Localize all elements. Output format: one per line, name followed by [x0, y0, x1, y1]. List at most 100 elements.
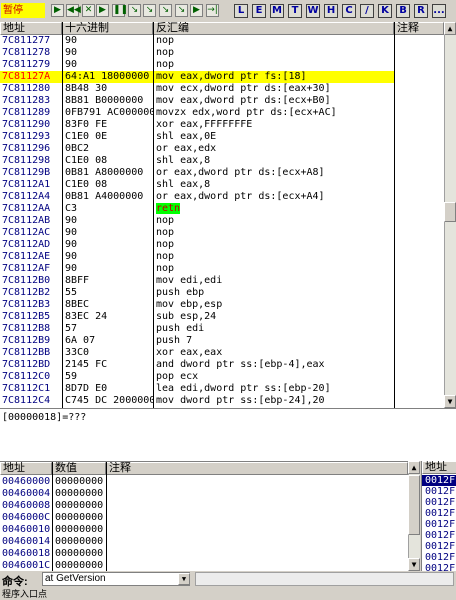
- step-over-button[interactable]: ↘: [143, 4, 156, 17]
- dump-row[interactable]: 00460000 00000000: [0, 476, 408, 488]
- dump-header-address[interactable]: 地址: [0, 462, 52, 475]
- trace-over-button[interactable]: ↘: [175, 4, 188, 17]
- disasm-row[interactable]: 7C811277 90 nop: [0, 35, 394, 47]
- disasm-row[interactable]: 7C811279 90 nop: [0, 59, 394, 71]
- stack-row[interactable]: 0012F: [422, 530, 456, 541]
- disassembly-scrollbar[interactable]: ▲ ▼: [444, 22, 456, 408]
- window-button-8[interactable]: K: [378, 4, 392, 18]
- dump-scroll-up-button[interactable]: ▲: [408, 461, 420, 474]
- window-button-11[interactable]: ...: [432, 4, 446, 18]
- column-header-comment[interactable]: 注释: [394, 22, 444, 35]
- trace-into-button[interactable]: ↘: [159, 4, 172, 17]
- dump-header-value[interactable]: 数值: [52, 462, 106, 475]
- stack-row[interactable]: 0012F: [422, 563, 456, 571]
- run-button[interactable]: ▶: [51, 4, 64, 17]
- disasm-cell: and dword ptr ss:[ebp-4],eax: [156, 359, 394, 371]
- info-text: [00000018]=???: [2, 412, 87, 423]
- disasm-row[interactable]: 7C811278 90 nop: [0, 47, 394, 59]
- instruction-text: push edi: [156, 323, 205, 334]
- disasm-row[interactable]: 7C81127A 64:A1 18000000 mov eax,dword ptr …: [0, 71, 394, 83]
- stack-header-address[interactable]: 地址: [422, 461, 456, 474]
- dump-row[interactable]: 00460008 00000000: [0, 500, 408, 512]
- scroll-thumb[interactable]: [444, 202, 456, 222]
- stack-row[interactable]: 0012F: [422, 519, 456, 530]
- column-header-address[interactable]: 地址: [0, 22, 62, 35]
- disasm-row[interactable]: 7C8112C0 59 pop ecx: [0, 371, 394, 383]
- command-extra-field[interactable]: [195, 572, 454, 586]
- dump-scroll-down-button[interactable]: ▼: [408, 558, 420, 571]
- window-button-10[interactable]: R: [414, 4, 428, 18]
- disasm-row[interactable]: 7C8112C4 C745 DC 2000000 mov dword ptr ss:…: [0, 395, 394, 407]
- dump-row[interactable]: 00460004 00000000: [0, 488, 408, 500]
- command-input[interactable]: at GetVersion: [42, 572, 190, 586]
- disassembly-pane[interactable]: 地址 十六进制 反汇编 注释 7C811277 90 nop 7C811278 90 no…: [0, 22, 444, 408]
- disasm-row[interactable]: 7C8112AD 90 nop: [0, 239, 394, 251]
- stack-row[interactable]: 0012F: [422, 486, 456, 497]
- step-into-button[interactable]: ↘: [128, 4, 141, 17]
- dump-scrollbar[interactable]: ▲ ▼: [408, 461, 420, 571]
- execute-till-return-button[interactable]: ▶: [190, 4, 203, 17]
- rewind-button[interactable]: ◀◀: [66, 4, 81, 17]
- scroll-down-button[interactable]: ▼: [444, 395, 456, 408]
- disasm-row[interactable]: 7C8112B0 8BFF mov edi,edi: [0, 275, 394, 287]
- stack-row[interactable]: 0012F: [422, 541, 456, 552]
- address-cell: 7C811277: [2, 35, 51, 46]
- disasm-row[interactable]: 7C811298 C1E0 08 shl eax,8: [0, 155, 394, 167]
- dump-pane[interactable]: 地址 数值 注释 00460000 00000000 00460004 0000000…: [0, 461, 408, 572]
- disasm-row[interactable]: 7C8112B2 55 push ebp: [0, 287, 394, 299]
- window-button-5[interactable]: H: [324, 4, 338, 18]
- disasm-row[interactable]: 7C81129B 0B81 A8000000 or eax,dword ptr ds…: [0, 167, 394, 179]
- window-button-1[interactable]: E: [252, 4, 266, 18]
- command-dropdown-button[interactable]: ▼: [178, 573, 190, 585]
- column-header-disasm[interactable]: 反汇编: [153, 22, 394, 35]
- disasm-row[interactable]: 7C8112BD 2145 FC and dword ptr ss:[ebp-4],…: [0, 359, 394, 371]
- disasm-row[interactable]: 7C811283 8B81 B0000000 mov eax,dword ptr d…: [0, 95, 394, 107]
- play-button[interactable]: ▶: [96, 4, 109, 17]
- disasm-row[interactable]: 7C8112AE 90 nop: [0, 251, 394, 263]
- dump-row[interactable]: 0046000C 00000000: [0, 512, 408, 524]
- disasm-row[interactable]: 7C811293 C1E0 0E shl eax,0E: [0, 131, 394, 143]
- disasm-cell: mov ecx,dword ptr ds:[eax+30]: [156, 83, 394, 95]
- window-button-3[interactable]: T: [288, 4, 302, 18]
- disasm-row[interactable]: 7C8112BB 33C0 xor eax,eax: [0, 347, 394, 359]
- disasm-row[interactable]: 7C8112AC 90 nop: [0, 227, 394, 239]
- dump-row[interactable]: 00460010 00000000: [0, 524, 408, 536]
- disasm-row[interactable]: 7C811290 83F0 FE xor eax,FFFFFFFE: [0, 119, 394, 131]
- dump-row[interactable]: 00460018 00000000: [0, 548, 408, 560]
- disasm-row[interactable]: 7C8112A4 0B81 A4000000 or eax,dword ptr ds…: [0, 191, 394, 203]
- window-button-0[interactable]: L: [234, 4, 248, 18]
- disasm-row[interactable]: 7C8112AB 90 nop: [0, 215, 394, 227]
- dump-scroll-thumb[interactable]: [408, 475, 420, 535]
- disasm-row[interactable]: 7C8112B3 8BEC mov ebp,esp: [0, 299, 394, 311]
- disasm-row[interactable]: 7C8112B5 83EC 24 sub esp,24: [0, 311, 394, 323]
- disasm-row[interactable]: 7C8112AA C3 retn: [0, 203, 394, 215]
- window-button-4[interactable]: W: [306, 4, 320, 18]
- window-button-7[interactable]: /: [360, 4, 374, 18]
- disasm-row[interactable]: 7C8112A1 C1E0 08 shl eax,8: [0, 179, 394, 191]
- disasm-row[interactable]: 7C8112AF 90 nop: [0, 263, 394, 275]
- stack-row[interactable]: 0012F: [422, 475, 456, 486]
- stack-row[interactable]: 0012F: [422, 552, 456, 563]
- stack-row[interactable]: 0012F: [422, 508, 456, 519]
- address-cell: 7C811298: [2, 155, 51, 166]
- dump-row[interactable]: 00460014 00000000: [0, 536, 408, 548]
- stack-row[interactable]: 0012F: [422, 497, 456, 508]
- disasm-row[interactable]: 7C8112B8 57 push edi: [0, 323, 394, 335]
- disasm-row[interactable]: 7C811289 0FB791 AC000000 movzx edx,word pt…: [0, 107, 394, 119]
- window-button-9[interactable]: B: [396, 4, 410, 18]
- column-header-hex[interactable]: 十六进制: [62, 22, 153, 35]
- pause-button[interactable]: ❚❚: [112, 4, 128, 17]
- stack-pane[interactable]: 地址 0012F 0012F 0012F 0012F 0012F 0012F 0012F 00…: [421, 461, 456, 571]
- dump-header-comment[interactable]: 注释: [106, 462, 408, 475]
- disasm-row[interactable]: 7C8112C1 8D7D E0 lea edi,dword ptr ss:[ebp…: [0, 383, 394, 395]
- disasm-row[interactable]: 7C811296 0BC2 or eax,edx: [0, 143, 394, 155]
- disasm-row[interactable]: 7C811280 8B48 30 mov ecx,dword ptr ds:[eax…: [0, 83, 394, 95]
- hex-cell: 90: [65, 263, 78, 274]
- scroll-up-button[interactable]: ▲: [444, 22, 456, 35]
- close-button[interactable]: ✕: [82, 4, 95, 17]
- hex-cell: 8B48 30: [65, 83, 108, 94]
- window-button-6[interactable]: C: [342, 4, 356, 18]
- goto-button[interactable]: →|: [206, 4, 219, 17]
- disasm-row[interactable]: 7C8112B9 6A 07 push 7: [0, 335, 394, 347]
- window-button-2[interactable]: M: [270, 4, 284, 18]
